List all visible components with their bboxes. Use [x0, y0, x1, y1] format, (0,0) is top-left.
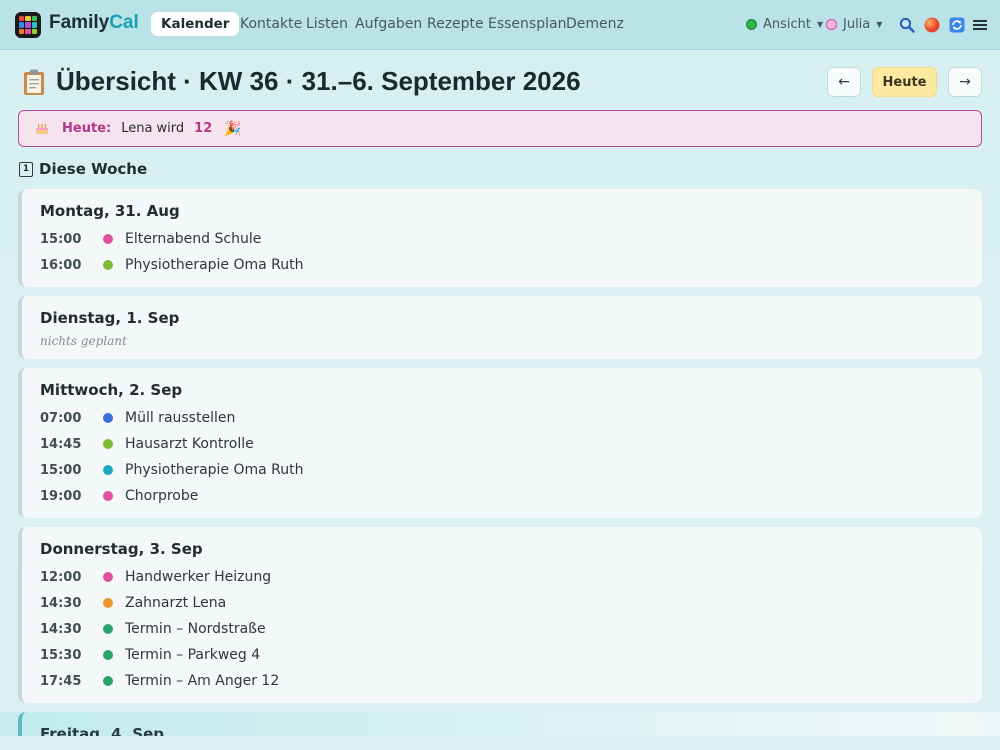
banner-message: Lena wird [121, 121, 185, 136]
app-name[interactable]: FamilyCal [49, 12, 139, 34]
tab-rezepte[interactable]: Rezepte [427, 16, 484, 32]
top-nav: FamilyCal Kalender Kontakte Listen Aufga… [0, 0, 1000, 50]
page-bottom [0, 736, 1000, 750]
user-dropdown[interactable]: Julia ▼ [826, 17, 882, 32]
birthday-banner: Heute: Lena wird 12 🎉 [18, 110, 982, 147]
view-dropdown[interactable]: Ansicht ▼ [746, 17, 823, 32]
event-title: Termin – Parkweg 4 [125, 647, 261, 663]
calendar-icon: 1 [19, 161, 33, 177]
event-title: Physiotherapie Oma Ruth [125, 257, 304, 273]
day-title: Dienstag, 1. Sep [40, 309, 180, 327]
event-color-dot [103, 465, 113, 475]
event-color-dot [103, 624, 113, 634]
empty-day-text: nichts geplant [40, 334, 127, 348]
next-week-button[interactable]: → [948, 67, 982, 97]
event-time: 12:00 [40, 569, 82, 585]
event-item[interactable]: 16:00 Physiotherapie Oma Ruth [40, 255, 304, 275]
event-item[interactable]: 14:45 Hausarzt Kontrolle [40, 434, 254, 454]
event-item[interactable]: 15:00 Physiotherapie Oma Ruth [40, 460, 304, 480]
tab-listen[interactable]: Listen [306, 16, 348, 32]
event-title: Handwerker Heizung [125, 569, 272, 585]
search-icon[interactable] [899, 17, 915, 33]
menu-icon[interactable] [972, 17, 988, 33]
event-color-dot [103, 572, 113, 582]
event-color-dot [103, 439, 113, 449]
event-time: 19:00 [40, 488, 82, 504]
event-color-dot [103, 676, 113, 686]
event-title: Physiotherapie Oma Ruth [125, 462, 304, 478]
clipboard-icon [24, 69, 44, 95]
user-label: Julia [843, 17, 871, 32]
event-color-dot [103, 234, 113, 244]
theme-icon[interactable] [924, 17, 940, 33]
event-title: Termin – Am Anger 12 [125, 673, 280, 689]
sync-icon[interactable] [949, 17, 965, 33]
tab-kalender[interactable]: Kalender [151, 12, 240, 36]
event-time: 14:30 [40, 621, 82, 637]
day-card-monday: Montag, 31. Aug 15:00 Elternabend Schule… [18, 189, 982, 287]
event-color-dot [103, 491, 113, 501]
event-item[interactable]: 17:45 Termin – Am Anger 12 [40, 671, 279, 691]
event-time: 14:45 [40, 436, 82, 452]
app-name-part2: Cal [109, 12, 139, 33]
day-card-tuesday: Dienstag, 1. Sep nichts geplant [18, 296, 982, 359]
party-icon: 🎉 [224, 120, 242, 137]
event-title: Termin – Nordstraße [125, 621, 266, 637]
prev-week-button[interactable]: ← [827, 67, 861, 97]
event-time: 14:30 [40, 595, 82, 611]
event-color-dot [103, 413, 113, 423]
today-button[interactable]: Heute [872, 67, 937, 97]
event-time: 17:45 [40, 673, 82, 689]
cake-icon [36, 124, 48, 134]
chevron-down-icon: ▼ [817, 20, 824, 29]
event-time: 15:30 [40, 647, 82, 663]
app-name-part1: Family [49, 12, 110, 33]
event-time: 15:00 [40, 462, 82, 478]
event-title: Zahnarzt Lena [125, 595, 227, 611]
tab-demenz[interactable]: Demenz [566, 16, 624, 32]
tab-essensplan[interactable]: Essensplan [488, 16, 566, 32]
event-title: Hausarzt Kontrolle [125, 436, 254, 452]
event-item[interactable]: 14:30 Termin – Nordstraße [40, 619, 266, 639]
event-title: Chorprobe [125, 488, 199, 504]
app-logo-icon[interactable] [15, 12, 41, 38]
day-card-wednesday: Mittwoch, 2. Sep 07:00 Müll rausstellen … [18, 368, 982, 518]
event-time: 15:00 [40, 231, 82, 247]
page-title: Übersicht · KW 36 · 31.–6. September 202… [22, 66, 581, 97]
user-dot-icon [826, 19, 837, 30]
day-title: Donnerstag, 3. Sep [40, 540, 203, 558]
view-label: Ansicht [763, 17, 812, 32]
event-item[interactable]: 07:00 Müll rausstellen [40, 408, 235, 428]
chevron-down-icon: ▼ [876, 20, 883, 29]
event-time: 07:00 [40, 410, 82, 426]
event-item[interactable]: 15:00 Elternabend Schule [40, 229, 261, 249]
page-title-text: Übersicht · KW 36 · 31.–6. September 202… [56, 66, 581, 96]
day-title: Mittwoch, 2. Sep [40, 381, 183, 399]
event-title: Müll rausstellen [125, 410, 236, 426]
status-dot-icon [746, 19, 757, 30]
event-color-dot [103, 650, 113, 660]
tab-kontakte[interactable]: Kontakte [240, 16, 302, 32]
week-heading-text: Diese Woche [39, 160, 148, 178]
week-heading: 1 Diese Woche [19, 160, 147, 178]
banner-age: 12 [194, 121, 213, 136]
day-card-thursday: Donnerstag, 3. Sep 12:00 Handwerker Heiz… [18, 527, 982, 703]
event-item[interactable]: 15:30 Termin – Parkweg 4 [40, 645, 260, 665]
event-item[interactable]: 19:00 Chorprobe [40, 486, 198, 506]
event-color-dot [103, 260, 113, 270]
event-title: Elternabend Schule [125, 231, 262, 247]
event-color-dot [103, 598, 113, 608]
tab-aufgaben[interactable]: Aufgaben [355, 16, 422, 32]
event-time: 16:00 [40, 257, 82, 273]
event-item[interactable]: 14:30 Zahnarzt Lena [40, 593, 226, 613]
event-item[interactable]: 12:00 Handwerker Heizung [40, 567, 271, 587]
day-title: Montag, 31. Aug [40, 202, 180, 220]
banner-today-label: Heute: [62, 121, 112, 136]
